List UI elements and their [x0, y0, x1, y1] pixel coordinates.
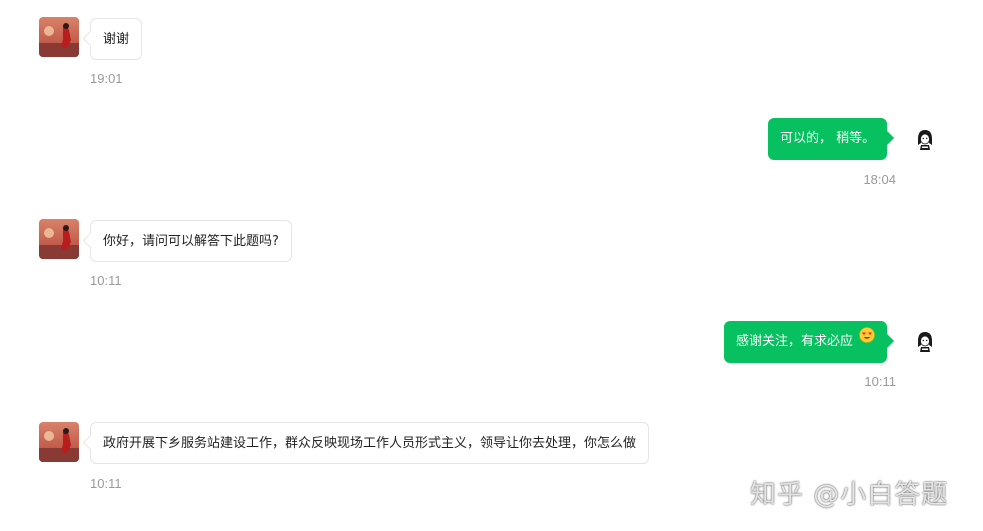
contact-avatar[interactable] — [39, 219, 79, 259]
message-timestamp: 10:11 — [90, 476, 122, 491]
message-bubble-received[interactable]: 谢谢 — [90, 18, 143, 60]
contact-avatar[interactable] — [39, 17, 79, 57]
watermark: 知乎 @小白答题 — [750, 480, 949, 510]
message-text: 感谢关注，有求必应 — [736, 334, 854, 349]
message-text: 可以的， 稍等。 — [780, 131, 876, 146]
message-text: 谢谢 — [103, 32, 130, 47]
contact-avatar[interactable] — [39, 422, 79, 462]
message-text: 你好，请问可以解答下此题吗? — [103, 234, 279, 249]
heart-eyes-emoji-icon — [859, 319, 875, 361]
message-bubble-sent[interactable]: 感谢关注，有求必应 — [724, 319, 888, 363]
user-avatar[interactable] — [913, 329, 937, 353]
message-bubble-received[interactable]: 你好，请问可以解答下此题吗? — [90, 220, 292, 262]
message-timestamp: 10:11 — [90, 273, 122, 288]
message-bubble-sent[interactable]: 可以的， 稍等。 — [768, 118, 888, 160]
message-timestamp: 19:01 — [90, 71, 123, 86]
message-bubble-received[interactable]: 政府开展下乡服务站建设工作，群众反映现场工作人员形式主义，领导让你去处理，你怎么… — [90, 422, 650, 464]
message-timestamp: 18:04 — [863, 172, 896, 187]
user-avatar[interactable] — [913, 127, 937, 151]
message-timestamp: 10:11 — [864, 374, 896, 389]
message-text: 政府开展下乡服务站建设工作，群众反映现场工作人员形式主义，领导让你去处理，你怎么… — [103, 436, 637, 451]
